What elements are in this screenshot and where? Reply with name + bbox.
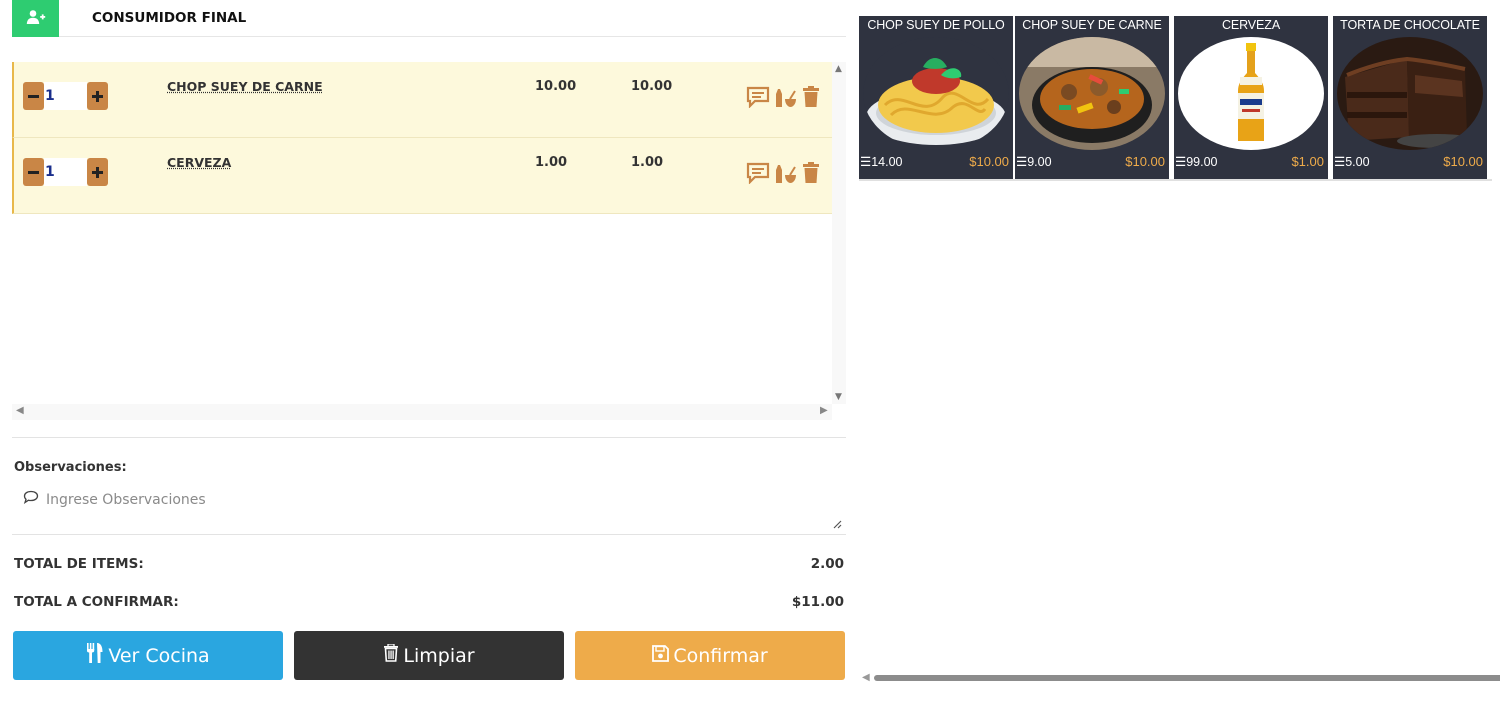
product-card[interactable]: CHOP SUEY DE POLLO ☰14.00 $10.00: [859, 16, 1013, 179]
observations-field[interactable]: Ingrese Observaciones: [12, 481, 846, 537]
divider: [12, 534, 846, 535]
observations-label: Observaciones:: [14, 460, 127, 475]
total-confirm-row: TOTAL A CONFIRMAR: $11.00: [14, 594, 844, 610]
product-stock: ☰9.00: [1016, 155, 1052, 169]
clear-button[interactable]: Limpiar: [294, 631, 564, 680]
speech-bubble-icon: [23, 489, 39, 508]
row-actions: [746, 86, 820, 112]
bottle-glass-icon[interactable]: [774, 162, 798, 188]
view-kitchen-button[interactable]: Ver Cocina: [13, 631, 283, 680]
client-bar: CONSUMIDOR FINAL: [12, 0, 846, 37]
scroll-left-icon[interactable]: ◀: [16, 405, 24, 416]
product-title: TORTA DE CHOCOLATE: [1340, 18, 1480, 32]
total-items-label: TOTAL DE ITEMS:: [14, 556, 144, 572]
menu-icon: ☰: [1016, 155, 1028, 169]
bottle-glass-icon[interactable]: [774, 86, 798, 112]
trash-icon[interactable]: [802, 162, 820, 188]
observations-placeholder: Ingrese Observaciones: [46, 492, 206, 508]
confirm-label: Confirmar: [673, 644, 768, 667]
utensils-icon: [86, 643, 104, 668]
trash-icon[interactable]: [802, 86, 820, 112]
product-stock: ☰99.00: [1175, 155, 1218, 169]
product-image: [1019, 37, 1165, 150]
product-price: $1.00: [1291, 154, 1324, 169]
client-name: CONSUMIDOR FINAL: [92, 10, 247, 26]
total-items-value: 2.00: [810, 556, 844, 572]
total-items-row: TOTAL DE ITEMS: 2.00: [14, 556, 844, 572]
divider: [12, 437, 846, 438]
view-kitchen-label: Ver Cocina: [108, 644, 210, 667]
resize-handle-icon[interactable]: [832, 514, 842, 533]
unit-price: 10.00: [535, 79, 577, 94]
order-panel: CONSUMIDOR FINAL 1 CHOP SUEY DE CARNE 10…: [0, 0, 852, 703]
product-name[interactable]: CHOP SUEY DE CARNE: [167, 79, 323, 94]
increment-button[interactable]: [87, 158, 108, 186]
order-row: 1 CHOP SUEY DE CARNE 10.00 10.00: [12, 62, 832, 138]
product-image: [1337, 37, 1483, 150]
product-price: $10.00: [969, 154, 1009, 169]
product-image: [1178, 37, 1324, 150]
catalog-horizontal-scrollbar[interactable]: [874, 675, 1500, 681]
decrement-button[interactable]: [23, 158, 44, 186]
product-title: CHOP SUEY DE CARNE: [1022, 18, 1162, 32]
total-confirm-label: TOTAL A CONFIRMAR:: [14, 594, 179, 610]
quantity-input[interactable]: 1: [44, 158, 87, 186]
user-plus-icon: [26, 9, 46, 29]
scroll-left-icon[interactable]: ◀: [862, 672, 870, 683]
scroll-right-icon[interactable]: ▶: [820, 405, 828, 416]
product-stock: ☰14.00: [860, 155, 903, 169]
order-row: 1 CERVEZA 1.00 1.00: [12, 138, 832, 214]
horizontal-scrollbar[interactable]: ◀ ▶: [12, 404, 832, 420]
catalog-divider: [859, 179, 1492, 181]
product-title: CERVEZA: [1221, 18, 1281, 32]
quantity-stepper: 1: [23, 82, 108, 110]
quantity-input[interactable]: 1: [44, 82, 87, 110]
row-actions: [746, 162, 820, 188]
save-icon: [652, 644, 670, 667]
product-title: CHOP SUEY DE POLLO: [867, 18, 1005, 32]
product-price: $10.00: [1125, 154, 1165, 169]
comment-icon[interactable]: [746, 86, 770, 112]
total-confirm-value: $11.00: [791, 594, 844, 610]
product-price: $10.00: [1443, 154, 1483, 169]
order-list: 1 CHOP SUEY DE CARNE 10.00 10.00 1 CERVE…: [12, 62, 832, 404]
line-subtotal: 10.00: [631, 79, 673, 94]
product-card[interactable]: CHOP SUEY DE CARNE ☰9.00 $10.00: [1015, 16, 1169, 179]
product-name[interactable]: CERVEZA: [167, 155, 231, 170]
menu-icon: ☰: [860, 155, 872, 169]
product-catalog: CHOP SUEY DE POLLO ☰14.00 $10.00 CHOP SU…: [859, 16, 1500, 706]
scroll-up-icon[interactable]: ▲: [835, 64, 842, 74]
product-card[interactable]: TORTA DE CHOCOLATE ☰5.00 $10.00: [1333, 16, 1487, 179]
unit-price: 1.00: [535, 155, 568, 170]
product-card[interactable]: CERVEZA ☰99.00 $1.00: [1174, 16, 1328, 179]
menu-icon: ☰: [1175, 155, 1187, 169]
confirm-button[interactable]: Confirmar: [575, 631, 845, 680]
decrement-button[interactable]: [23, 82, 44, 110]
clear-label: Limpiar: [403, 644, 475, 667]
product-image: [863, 37, 1009, 150]
product-stock: ☰5.00: [1334, 155, 1370, 169]
menu-icon: ☰: [1334, 155, 1346, 169]
quantity-stepper: 1: [23, 158, 108, 186]
scroll-down-icon[interactable]: ▼: [835, 392, 842, 402]
increment-button[interactable]: [87, 82, 108, 110]
add-client-button[interactable]: [12, 0, 59, 37]
line-subtotal: 1.00: [631, 155, 664, 170]
comment-icon[interactable]: [746, 162, 770, 188]
trash-icon: [383, 643, 399, 667]
vertical-scrollbar[interactable]: ▲ ▼: [832, 62, 846, 404]
